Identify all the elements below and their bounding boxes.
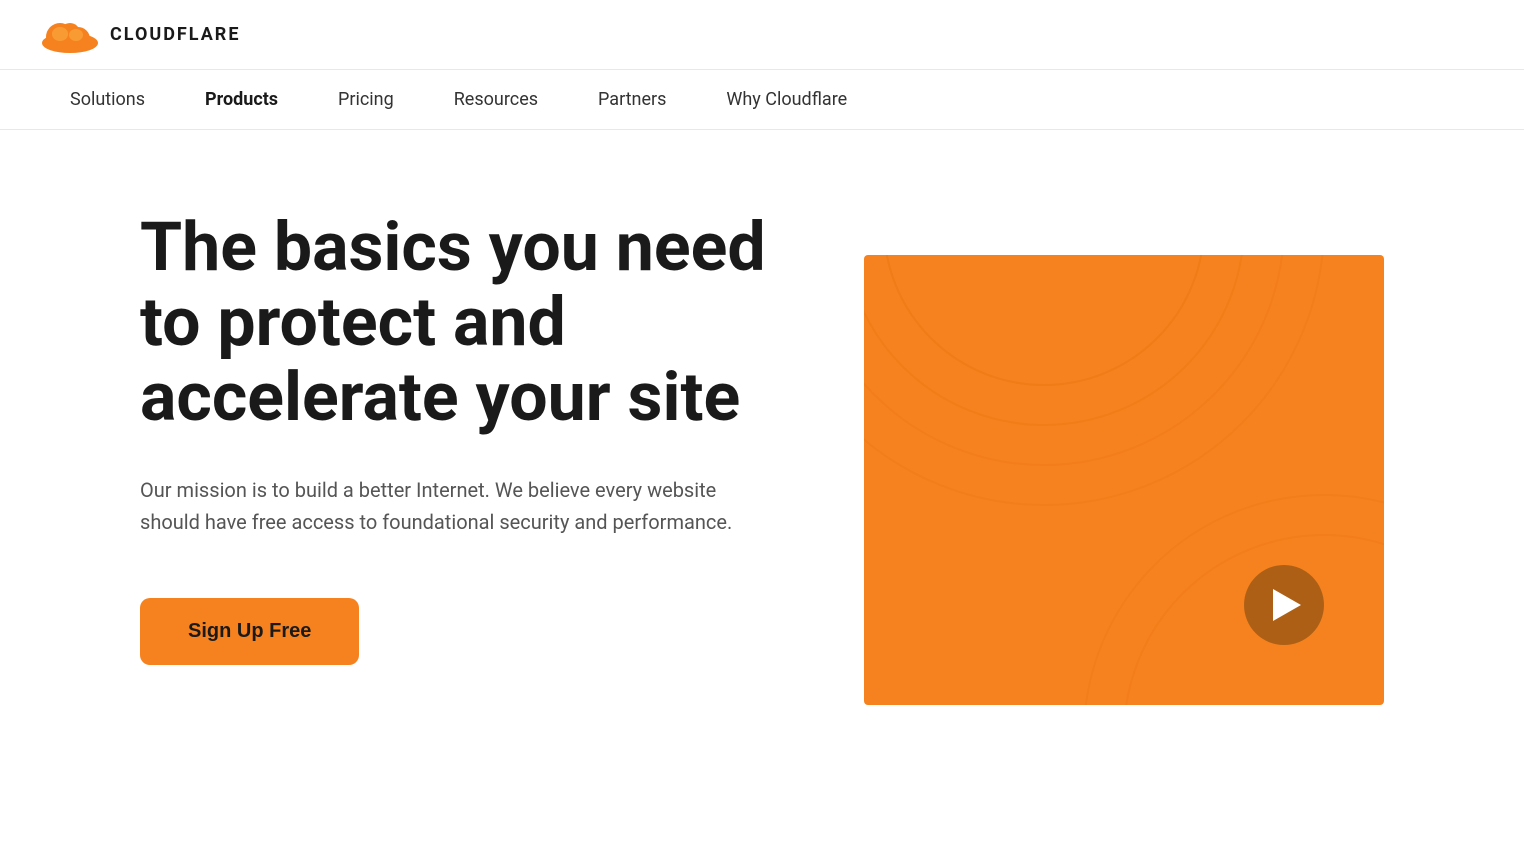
signup-button[interactable]: Sign Up Free [140, 598, 359, 665]
nav-item-partners[interactable]: Partners [568, 70, 696, 130]
cloudflare-logo-icon [40, 15, 100, 55]
nav-item-solutions[interactable]: Solutions [40, 70, 175, 130]
logo-text: CLOUDFLARE [110, 24, 240, 45]
hero-video-thumbnail[interactable] [864, 255, 1384, 705]
nav-item-products[interactable]: Products [175, 70, 308, 130]
site-header: CLOUDFLARE [0, 0, 1524, 70]
nav-item-pricing[interactable]: Pricing [308, 70, 424, 130]
hero-left: The basics you need to protect and accel… [140, 210, 864, 665]
logo[interactable]: CLOUDFLARE [40, 15, 240, 55]
hero-description: Our mission is to build a better Interne… [140, 474, 760, 538]
video-play-button[interactable] [1244, 565, 1324, 645]
nav-item-why-cloudflare[interactable]: Why Cloudflare [696, 70, 877, 130]
main-content: The basics you need to protect and accel… [0, 130, 1524, 810]
nav-item-resources[interactable]: Resources [424, 70, 568, 130]
play-icon [1273, 589, 1301, 621]
main-nav: Solutions Products Pricing Resources Par… [0, 70, 1524, 130]
hero-title: The basics you need to protect and accel… [140, 210, 784, 434]
